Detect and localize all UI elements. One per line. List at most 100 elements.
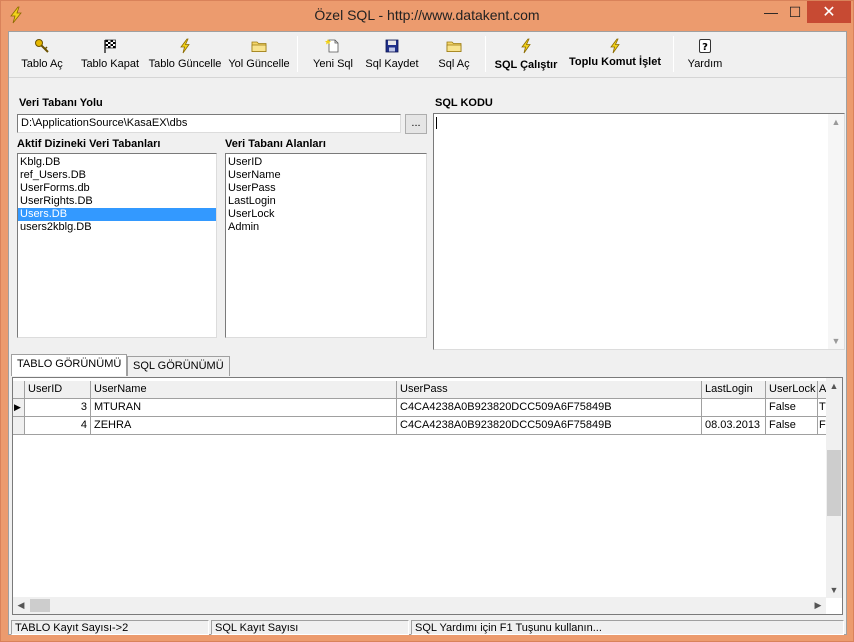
toplu-komut-label: Toplu Komut İşlet [568, 56, 662, 68]
scrollbar-thumb[interactable] [827, 450, 841, 516]
yardim-label: Yardım [687, 58, 723, 70]
table-cell[interactable]: MTURAN [91, 399, 397, 417]
table-cell[interactable] [702, 399, 766, 417]
scroll-right-icon[interactable]: ▶ [810, 597, 826, 613]
sql-scrollbar[interactable]: ▲ ▼ [828, 114, 844, 349]
toolbar: Tablo Aç Tablo Kapat Tablo Güncelle Yol … [9, 32, 846, 78]
sql-kaydet-label: Sql Kaydet [365, 58, 419, 70]
sql-calistir-label: SQL Çalıştır [494, 59, 558, 71]
minimize-button[interactable]: — [759, 1, 783, 23]
scrollbar-thumb[interactable] [30, 599, 50, 612]
table-cell[interactable]: False [766, 399, 818, 417]
sql-label: SQL KODU [435, 97, 493, 109]
client-area: Tablo Aç Tablo Kapat Tablo Güncelle Yol … [8, 31, 847, 635]
header-indicator [13, 381, 25, 399]
path-label: Veri Tabanı Yolu [19, 97, 103, 109]
fields-listbox[interactable]: UserID UserName UserPass LastLogin UserL… [225, 153, 427, 338]
toolbar-separator [673, 36, 674, 72]
sql-calistir-button[interactable]: SQL Çalıştır [493, 36, 559, 74]
status-help: SQL Yardımı için F1 Tuşunu kullanın... [411, 620, 844, 635]
folder-icon [251, 41, 267, 52]
sql-ac-button[interactable]: Sql Aç [431, 36, 477, 74]
tablo-kapat-button[interactable]: Tablo Kapat [77, 36, 143, 74]
list-item[interactable]: UserForms.db [18, 182, 216, 195]
text-caret [436, 117, 437, 129]
scroll-left-icon[interactable]: ◀ [13, 597, 29, 613]
list-item[interactable]: Admin [226, 221, 426, 234]
sql-editor[interactable]: ▲ ▼ [433, 113, 845, 350]
scroll-up-icon[interactable]: ▲ [826, 378, 842, 394]
table-cell[interactable]: C4CA4238A0B923820DCC509A6F75849B [397, 399, 702, 417]
key-icon [35, 39, 49, 53]
yeni-sql-button[interactable]: Yeni Sql [309, 36, 357, 74]
window-title: Özel SQL - http://www.datakent.com [314, 7, 540, 23]
tab-tablo-gorunumu[interactable]: TABLO GÖRÜNÜMÜ [11, 354, 128, 376]
tab-sql-gorunumu[interactable]: SQL GÖRÜNÜMÜ [127, 356, 230, 376]
table-cell[interactable]: False [766, 417, 818, 435]
grid-horizontal-scrollbar[interactable]: ◀ ▶ [13, 597, 826, 614]
column-header[interactable]: UserID [25, 381, 91, 399]
path-input[interactable]: D:\ApplicationSource\KasaEX\dbs [17, 114, 401, 133]
lightning-icon [521, 38, 531, 54]
tablo-ac-button[interactable]: Tablo Aç [19, 36, 65, 74]
status-sql-count: SQL Kayıt Sayısı [211, 620, 409, 635]
new-document-icon [325, 39, 339, 53]
lightning-icon [610, 38, 620, 54]
scroll-up-icon[interactable]: ▲ [828, 114, 844, 130]
db-list-label: Aktif Dizineki Veri Tabanları [17, 138, 161, 150]
column-header[interactable]: UserPass [397, 381, 702, 399]
column-header[interactable]: LastLogin [702, 381, 766, 399]
list-item[interactable]: UserName [226, 169, 426, 182]
toolbar-separator [297, 36, 298, 72]
toolbar-separator [485, 36, 486, 72]
sql-kaydet-button[interactable]: Sql Kaydet [363, 36, 421, 74]
data-grid[interactable]: UserID UserName UserPass LastLogin UserL… [12, 377, 843, 615]
tablo-ac-label: Tablo Aç [21, 58, 63, 70]
fields-label: Veri Tabanı Alanları [225, 138, 326, 150]
lightning-icon [180, 38, 190, 54]
title-bar[interactable]: Özel SQL - http://www.datakent.com — ☐ ✕ [1, 1, 853, 31]
yardim-button[interactable]: ? Yardım [683, 36, 727, 74]
list-item[interactable]: ref_Users.DB [18, 169, 216, 182]
table-cell[interactable]: 3 [25, 399, 91, 417]
list-item[interactable]: UserRights.DB [18, 195, 216, 208]
column-header[interactable]: UserName [91, 381, 397, 399]
db-listbox[interactable]: Kblg.DB ref_Users.DB UserForms.db UserRi… [17, 153, 217, 338]
list-item[interactable]: UserID [226, 156, 426, 169]
save-disk-icon [385, 39, 399, 53]
list-item[interactable]: Kblg.DB [18, 156, 216, 169]
status-bar: TABLO Kayıt Sayısı->2 SQL Kayıt Sayısı S… [9, 620, 846, 635]
current-row-indicator-icon: ▶ [13, 399, 25, 417]
table-cell[interactable]: 08.03.2013 [702, 417, 766, 435]
list-item[interactable]: users2kblg.DB [18, 221, 216, 234]
maximize-button[interactable]: ☐ [783, 1, 807, 23]
list-item[interactable]: UserLock [226, 208, 426, 221]
yol-guncelle-button[interactable]: Yol Güncelle [227, 36, 291, 74]
svg-text:?: ? [702, 42, 708, 53]
help-icon: ? [699, 39, 711, 53]
close-button[interactable]: ✕ [807, 1, 851, 23]
list-item[interactable]: UserPass [226, 182, 426, 195]
sql-ac-label: Sql Aç [438, 58, 470, 70]
table-cell[interactable]: C4CA4238A0B923820DCC509A6F75849B [397, 417, 702, 435]
tablo-kapat-label: Tablo Kapat [80, 58, 140, 70]
table-cell[interactable]: 4 [25, 417, 91, 435]
checkered-flag-icon [104, 39, 116, 53]
folder-icon [446, 41, 462, 52]
column-header[interactable]: UserLock [766, 381, 818, 399]
scroll-down-icon[interactable]: ▼ [828, 333, 844, 349]
table-cell[interactable]: ZEHRA [91, 417, 397, 435]
list-item[interactable]: LastLogin [226, 195, 426, 208]
browse-button[interactable]: ... [405, 114, 427, 134]
tablo-guncelle-label: Tablo Güncelle [148, 58, 222, 70]
app-window: Özel SQL - http://www.datakent.com — ☐ ✕… [0, 0, 854, 642]
row-indicator [13, 417, 25, 435]
scroll-down-icon[interactable]: ▼ [826, 582, 842, 598]
yol-guncelle-label: Yol Güncelle [228, 58, 290, 70]
yeni-sql-label: Yeni Sql [313, 58, 353, 70]
list-item-selected[interactable]: Users.DB [18, 208, 216, 221]
toplu-komut-button[interactable]: Toplu Komut İşlet [565, 36, 665, 74]
grid-vertical-scrollbar[interactable]: ▲ ▼ [826, 378, 842, 598]
status-tablo-count: TABLO Kayıt Sayısı->2 [11, 620, 209, 635]
tablo-guncelle-button[interactable]: Tablo Güncelle [147, 36, 223, 74]
